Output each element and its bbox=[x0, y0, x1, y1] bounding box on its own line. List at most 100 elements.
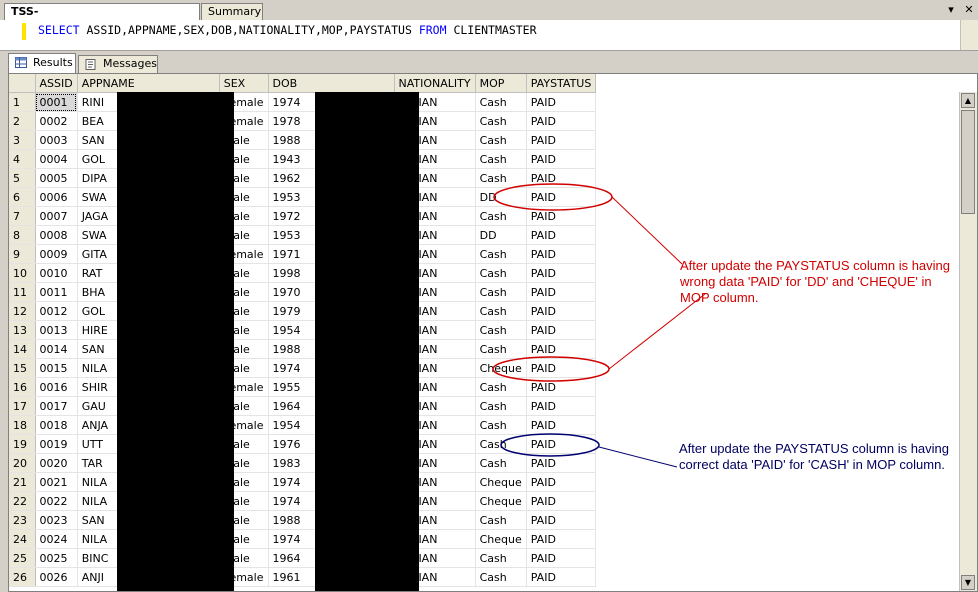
cell-mop[interactable]: Cheque bbox=[475, 472, 527, 492]
cell-assid[interactable]: 0013 bbox=[35, 320, 78, 340]
table-row[interactable]: 230023SANMale1988INDIANCashPAID bbox=[9, 510, 597, 530]
cell-mop[interactable]: Cash bbox=[475, 415, 527, 435]
column-header-mop[interactable]: MOP bbox=[475, 74, 527, 93]
cell-paystatus[interactable]: PAID bbox=[526, 111, 597, 131]
cell-paystatus[interactable]: PAID bbox=[526, 244, 597, 264]
cell-paystatus[interactable]: PAID bbox=[526, 491, 597, 511]
cell-mop[interactable]: Cash bbox=[475, 434, 527, 454]
cell-paystatus[interactable]: PAID bbox=[526, 548, 597, 568]
cell-assid[interactable]: 0004 bbox=[35, 149, 78, 169]
cell-paystatus[interactable]: PAID bbox=[526, 510, 597, 530]
cell-paystatus[interactable]: PAID bbox=[526, 339, 597, 359]
column-header-nationality[interactable]: NATIONALITY bbox=[394, 74, 476, 93]
cell-mop[interactable]: Cash bbox=[475, 510, 527, 530]
cell-paystatus[interactable]: PAID bbox=[526, 206, 597, 226]
table-row[interactable]: 150015NILAMale1974INDIANChequePAID bbox=[9, 358, 597, 378]
table-row[interactable]: 120012GOLMale1979INDIANCashPAID bbox=[9, 301, 597, 321]
cell-mop[interactable]: Cash bbox=[475, 244, 527, 264]
cell-mop[interactable]: Cash bbox=[475, 92, 527, 112]
row-number[interactable]: 13 bbox=[9, 320, 36, 340]
cell-paystatus[interactable]: PAID bbox=[526, 92, 597, 112]
cell-mop[interactable]: Cash bbox=[475, 320, 527, 340]
cell-paystatus[interactable]: PAID bbox=[526, 415, 597, 435]
row-number[interactable]: 14 bbox=[9, 339, 36, 359]
cell-mop[interactable]: Cash bbox=[475, 339, 527, 359]
tab-messages[interactable]: Messages bbox=[78, 55, 158, 73]
cell-assid[interactable]: 0007 bbox=[35, 206, 78, 226]
cell-paystatus[interactable]: PAID bbox=[526, 396, 597, 416]
cell-assid[interactable]: 0017 bbox=[35, 396, 78, 416]
cell-mop[interactable]: Cash bbox=[475, 168, 527, 188]
scroll-down-arrow-icon[interactable]: ▼ bbox=[961, 575, 975, 590]
table-row[interactable]: 170017GAUMale1964INDIANCashPAID bbox=[9, 396, 597, 416]
table-row[interactable]: 90009GITAFemale1971INDIANCashPAID bbox=[9, 244, 597, 264]
tab-query-file[interactable]: TSS-SRV.techw...QLQuery1.sql* bbox=[4, 3, 200, 34]
cell-assid[interactable]: 0002 bbox=[35, 111, 78, 131]
row-number[interactable]: 22 bbox=[9, 491, 36, 511]
close-icon[interactable]: ✕ bbox=[962, 3, 976, 17]
row-number[interactable]: 7 bbox=[9, 206, 36, 226]
cell-assid[interactable]: 0003 bbox=[35, 130, 78, 150]
table-row[interactable]: 70007JAGAMale1972INDIANCashPAID bbox=[9, 206, 597, 226]
row-number[interactable]: 8 bbox=[9, 225, 36, 245]
row-number[interactable]: 19 bbox=[9, 434, 36, 454]
table-row[interactable]: 190019UTTMale1976INDIANCashPAID bbox=[9, 434, 597, 454]
table-row[interactable]: 200020TARMale1983INDIANCashPAID bbox=[9, 453, 597, 473]
row-number[interactable]: 3 bbox=[9, 130, 36, 150]
table-row[interactable]: 240024NILAMale1974INDIANChequePAID bbox=[9, 529, 597, 549]
cell-paystatus[interactable]: PAID bbox=[526, 149, 597, 169]
cell-assid[interactable]: 0010 bbox=[35, 263, 78, 283]
cell-mop[interactable]: Cash bbox=[475, 282, 527, 302]
table-row[interactable]: 40004GOLMale1943INDIANCashPAID bbox=[9, 149, 597, 169]
cell-assid[interactable]: 0024 bbox=[35, 529, 78, 549]
table-row[interactable]: 160016SHIRFemale1955INDIANCashPAID bbox=[9, 377, 597, 397]
cell-mop[interactable]: Cash bbox=[475, 548, 527, 568]
cell-paystatus[interactable]: PAID bbox=[526, 377, 597, 397]
row-number[interactable]: 18 bbox=[9, 415, 36, 435]
row-number[interactable]: 12 bbox=[9, 301, 36, 321]
cell-mop[interactable]: Cheque bbox=[475, 358, 527, 378]
row-number[interactable]: 20 bbox=[9, 453, 36, 473]
cell-assid[interactable]: 0018 bbox=[35, 415, 78, 435]
cell-paystatus[interactable]: PAID bbox=[526, 320, 597, 340]
cell-mop[interactable]: Cash bbox=[475, 453, 527, 473]
table-row[interactable]: 50005DIPAMale1962INDIANCashPAID bbox=[9, 168, 597, 188]
cell-paystatus[interactable]: PAID bbox=[526, 472, 597, 492]
cell-assid[interactable]: 0001 bbox=[35, 92, 78, 112]
row-number[interactable]: 16 bbox=[9, 377, 36, 397]
cell-mop[interactable]: Cash bbox=[475, 111, 527, 131]
cell-assid[interactable]: 0023 bbox=[35, 510, 78, 530]
table-row[interactable]: 20002BEAFemale1978INDIANCashPAID bbox=[9, 111, 597, 131]
table-row[interactable]: 130013HIREMale1954INDIANCashPAID bbox=[9, 320, 597, 340]
row-number[interactable]: 2 bbox=[9, 111, 36, 131]
row-number[interactable]: 17 bbox=[9, 396, 36, 416]
cell-paystatus[interactable]: PAID bbox=[526, 282, 597, 302]
row-number[interactable]: 10 bbox=[9, 263, 36, 283]
cell-paystatus[interactable]: PAID bbox=[526, 567, 597, 587]
cell-paystatus[interactable]: PAID bbox=[526, 434, 597, 454]
cell-assid[interactable]: 0011 bbox=[35, 282, 78, 302]
tab-summary[interactable]: Summary bbox=[201, 3, 263, 20]
cell-assid[interactable]: 0012 bbox=[35, 301, 78, 321]
cell-assid[interactable]: 0014 bbox=[35, 339, 78, 359]
table-row[interactable]: 250025BINCMale1964INDIANCashPAID bbox=[9, 548, 597, 568]
grid-vertical-scrollbar[interactable]: ▲ ▼ bbox=[959, 92, 977, 591]
row-number[interactable]: 26 bbox=[9, 567, 36, 587]
row-number-header[interactable] bbox=[9, 74, 36, 93]
cell-assid[interactable]: 0020 bbox=[35, 453, 78, 473]
cell-mop[interactable]: Cheque bbox=[475, 491, 527, 511]
column-header-assid[interactable]: ASSID bbox=[35, 74, 78, 93]
row-number[interactable]: 5 bbox=[9, 168, 36, 188]
cell-paystatus[interactable]: PAID bbox=[526, 225, 597, 245]
sql-statement[interactable]: SELECT ASSID,APPNAME,SEX,DOB,NATIONALITY… bbox=[38, 22, 537, 39]
cell-assid[interactable]: 0026 bbox=[35, 567, 78, 587]
table-row[interactable]: 60006SWAMale1953INDIANDDPAID bbox=[9, 187, 597, 207]
cell-paystatus[interactable]: PAID bbox=[526, 263, 597, 283]
cell-mop[interactable]: Cash bbox=[475, 130, 527, 150]
scroll-thumb[interactable] bbox=[961, 110, 975, 214]
cell-mop[interactable]: Cash bbox=[475, 377, 527, 397]
results-grid[interactable]: ASSID APPNAME SEX DOB NATIONALITY MOP PAYSTATU… bbox=[8, 73, 978, 592]
column-header-appname[interactable]: APPNAME bbox=[77, 74, 220, 93]
cell-assid[interactable]: 0009 bbox=[35, 244, 78, 264]
cell-paystatus[interactable]: PAID bbox=[526, 358, 597, 378]
